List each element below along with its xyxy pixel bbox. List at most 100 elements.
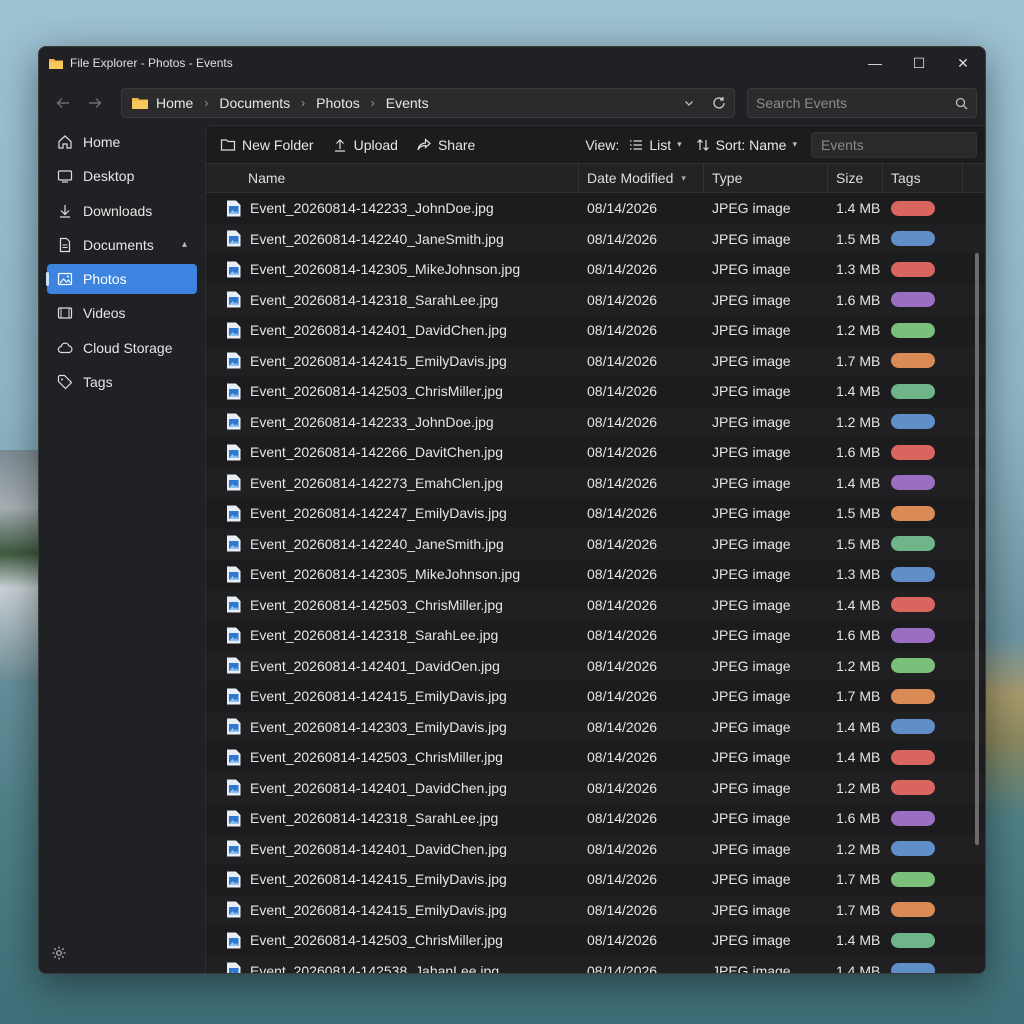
sort-dropdown[interactable]: Sort: Name ▾ xyxy=(696,137,797,153)
tag-pill[interactable] xyxy=(891,627,935,643)
tag-pill[interactable] xyxy=(891,200,935,216)
column-header-name[interactable]: Name xyxy=(206,164,579,192)
table-row[interactable]: Event_20260814-142401_DavidChen.jpg 08/14… xyxy=(206,315,985,346)
tag-pill[interactable] xyxy=(891,688,935,704)
image-file-icon xyxy=(227,566,241,583)
filter-input[interactable]: Events xyxy=(811,131,977,158)
sidebar-item-documents[interactable]: Documents ▴ xyxy=(47,230,197,260)
table-row[interactable]: Event_20260814-142401_DavidChen.jpg 08/14… xyxy=(206,833,985,864)
table-row[interactable]: Event_20260814-142273_EmahClen.jpg 08/14/… xyxy=(206,467,985,498)
tag-pill[interactable] xyxy=(891,475,935,491)
search-box[interactable] xyxy=(747,88,977,118)
table-row[interactable]: Event_20260814-142318_SarahLee.jpg 08/14/… xyxy=(206,620,985,651)
column-header-date[interactable]: Date Modified ▾ xyxy=(579,164,704,192)
close-button[interactable]: ✕ xyxy=(941,47,985,79)
breadcrumb-events[interactable]: Events xyxy=(384,95,431,111)
gear-icon[interactable] xyxy=(51,945,67,961)
view-dropdown[interactable]: List ▾ xyxy=(629,137,682,153)
tag-pill[interactable] xyxy=(891,963,935,973)
maximize-button[interactable]: ☐ xyxy=(897,47,941,79)
table-row[interactable]: Event_20260814-142266_DavitChen.jpg 08/14… xyxy=(206,437,985,468)
breadcrumb-photos[interactable]: Photos xyxy=(314,95,362,111)
table-row[interactable]: Event_20260814-142503_ChrisMiller.jpg 08/… xyxy=(206,376,985,407)
table-row[interactable]: Event_20260814-142503_ChrisMiller.jpg 08/… xyxy=(206,589,985,620)
tag-pill[interactable] xyxy=(891,597,935,613)
tag-pill[interactable] xyxy=(891,902,935,918)
chevron-down-icon: ▾ xyxy=(677,139,682,149)
minimize-button[interactable]: — xyxy=(853,47,897,79)
column-header-tags[interactable]: Tags xyxy=(883,164,963,192)
tag-pill[interactable] xyxy=(891,749,935,765)
table-row[interactable]: Event_20260814-142303_EmilyDavis.jpg 08/1… xyxy=(206,711,985,742)
table-row[interactable]: Event_20260814-142503_ChrisMiller.jpg 08/… xyxy=(206,742,985,773)
file-date: 08/14/2026 xyxy=(587,657,658,674)
table-row[interactable]: Event_20260814-142415_EmilyDavis.jpg 08/1… xyxy=(206,894,985,925)
breadcrumb-home[interactable]: Home xyxy=(154,95,195,111)
share-button[interactable]: Share xyxy=(416,137,475,153)
forward-arrow-icon[interactable] xyxy=(79,87,111,119)
column-header-type[interactable]: Type xyxy=(704,164,828,192)
tag-pill[interactable] xyxy=(891,719,935,735)
tag-pill[interactable] xyxy=(891,261,935,277)
back-arrow-icon[interactable] xyxy=(47,87,79,119)
new-folder-button[interactable]: New Folder xyxy=(220,137,314,153)
table-row[interactable]: Event_20260814-142305_MikeJohnson.jpg 08/… xyxy=(206,559,985,590)
tag-pill[interactable] xyxy=(891,932,935,948)
table-row[interactable]: Event_20260814-142240_JaneSmith.jpg 08/14… xyxy=(206,223,985,254)
address-bar[interactable]: Home › Documents › Photos › Events xyxy=(121,88,735,118)
tag-pill[interactable] xyxy=(891,841,935,857)
tag-pill[interactable] xyxy=(891,292,935,308)
tag-pill[interactable] xyxy=(891,383,935,399)
sidebar-item-home[interactable]: Home xyxy=(47,127,197,157)
tag-pill[interactable] xyxy=(891,444,935,460)
column-header-size[interactable]: Size xyxy=(828,164,883,192)
table-row[interactable]: Event_20260814-142305_MikeJohnson.jpg 08/… xyxy=(206,254,985,285)
refresh-icon[interactable] xyxy=(704,96,734,110)
file-type-cell: JPEG image xyxy=(704,559,828,590)
file-type: JPEG image xyxy=(712,962,791,974)
tag-pill[interactable] xyxy=(891,780,935,796)
table-row[interactable]: Event_20260814-142415_EmilyDavis.jpg 08/1… xyxy=(206,864,985,895)
sidebar-item-videos[interactable]: Videos xyxy=(47,298,197,328)
table-row[interactable]: Event_20260814-142318_SarahLee.jpg 08/14/… xyxy=(206,803,985,834)
table-row[interactable]: Event_20260814-142240_JaneSmith.jpg 08/14… xyxy=(206,528,985,559)
sidebar-item-cloud-storage[interactable]: Cloud Storage xyxy=(47,333,197,363)
image-file-icon xyxy=(227,718,241,735)
tag-pill[interactable] xyxy=(891,231,935,247)
table-row[interactable]: Event_20260814-142401_DavidChen.jpg 08/14… xyxy=(206,772,985,804)
table-row[interactable]: Event_20260814-142401_DavidOen.jpg 08/14/… xyxy=(206,650,985,681)
sidebar-item-photos[interactable]: Photos xyxy=(46,264,197,295)
tag-pill[interactable] xyxy=(891,353,935,369)
table-row[interactable]: Event_20260814-142415_EmilyDavis.jpg 08/1… xyxy=(206,345,985,376)
tag-pill[interactable] xyxy=(891,566,935,582)
breadcrumb-documents[interactable]: Documents xyxy=(217,95,292,111)
tag-pill[interactable] xyxy=(891,658,935,674)
upload-button[interactable]: Upload xyxy=(332,137,398,153)
vertical-scrollbar[interactable] xyxy=(975,253,979,845)
tag-pill[interactable] xyxy=(891,505,935,521)
table-row[interactable]: Event_20260814-142233_JohnDoe.jpg 08/14/2… xyxy=(206,406,985,437)
search-input[interactable] xyxy=(756,95,955,111)
sidebar-item-downloads[interactable]: Downloads xyxy=(47,196,197,226)
file-tags-cell xyxy=(883,773,963,804)
tag-pill[interactable] xyxy=(891,871,935,887)
table-row[interactable]: Event_20260814-142503_ChrisMiller.jpg 08/… xyxy=(206,925,985,956)
image-file-icon xyxy=(227,322,241,339)
sidebar-item-desktop[interactable]: Desktop xyxy=(47,161,197,191)
chevron-down-icon[interactable] xyxy=(674,98,704,108)
table-row[interactable]: Event_20260814-142318_SarahLee.jpg 08/14/… xyxy=(206,284,985,315)
tag-pill[interactable] xyxy=(891,322,935,338)
tag-pill[interactable] xyxy=(891,810,935,826)
chevron-up-icon[interactable]: ▴ xyxy=(182,239,187,250)
tag-pill[interactable] xyxy=(891,414,935,430)
file-date-cell: 08/14/2026 xyxy=(579,193,704,224)
sidebar-item-tags[interactable]: Tags xyxy=(47,367,197,397)
table-row[interactable]: Event_20260814-142247_EmilyDavis.jpg 08/1… xyxy=(206,498,985,529)
table-row[interactable]: Event_20260814-142538_JahanLee.jpg 08/14/… xyxy=(206,955,985,974)
table-row[interactable]: Event_20260814-142233_JohnDoe.jpg 08/14/2… xyxy=(206,193,985,224)
table-row[interactable]: Event_20260814-142415_EmilyDavis.jpg 08/1… xyxy=(206,681,985,712)
sidebar-item-label: Downloads xyxy=(83,202,153,219)
tag-pill[interactable] xyxy=(891,536,935,552)
search-icon[interactable] xyxy=(955,97,968,110)
file-type-cell: JPEG image xyxy=(704,956,828,974)
